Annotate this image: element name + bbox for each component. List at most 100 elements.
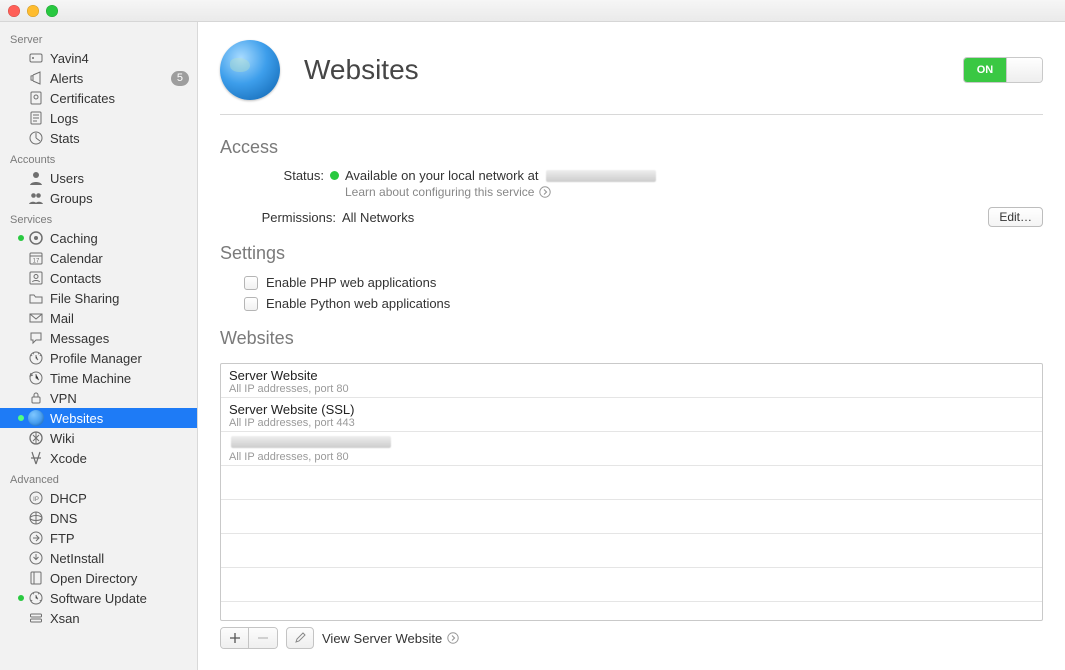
website-sub: All IP addresses, port 80 — [229, 383, 1034, 395]
remove-website-button[interactable] — [249, 628, 277, 648]
sidebar-item-label: DHCP — [50, 491, 189, 506]
arrow-right-circle-icon — [538, 186, 551, 199]
close-window-button[interactable] — [8, 5, 20, 17]
setting-option[interactable]: Enable Python web applications — [220, 293, 1043, 314]
sidebar: Server Yavin4 Alerts5 Certificates LogsStats… — [0, 22, 198, 670]
checkbox-icon — [244, 276, 258, 290]
learn-link-text: Learn about configuring this service — [345, 185, 534, 199]
sidebar-item-profile-manager[interactable]: Profile Manager — [0, 348, 197, 368]
sidebar-item-time-machine[interactable]: Time Machine — [0, 368, 197, 388]
sidebar-section-heading: Services — [0, 208, 197, 228]
sidebar-item-messages[interactable]: Messages — [0, 328, 197, 348]
sidebar-section-heading: Accounts — [0, 148, 197, 168]
website-row-empty — [221, 466, 1042, 500]
sidebar-item-vpn[interactable]: VPN — [0, 388, 197, 408]
sidebar-item-mail[interactable]: Mail — [0, 308, 197, 328]
window-titlebar — [0, 0, 1065, 22]
website-sub: All IP addresses, port 80 — [229, 451, 1034, 463]
netinstall-icon — [28, 550, 44, 566]
running-indicator-icon — [18, 595, 24, 601]
sidebar-item-label: Xcode — [50, 451, 189, 466]
sidebar-item-xsan[interactable]: Xsan — [0, 608, 197, 628]
stats-icon — [28, 130, 44, 146]
view-server-website-link[interactable]: View Server Website — [322, 631, 459, 646]
sidebar-item-caching[interactable]: Caching — [0, 228, 197, 248]
sidebar-item-websites[interactable]: Websites — [0, 408, 197, 428]
folder-icon — [28, 290, 44, 306]
sidebar-item-label: Yavin4 — [50, 51, 189, 66]
sidebar-item-dhcp[interactable]: IP DHCP — [0, 488, 197, 508]
caching-icon — [28, 230, 44, 246]
logs-icon — [28, 110, 44, 126]
sidebar-item-contacts[interactable]: Contacts — [0, 268, 197, 288]
sidebar-item-wiki[interactable]: Wiki — [0, 428, 197, 448]
sidebar-item-label: Alerts — [50, 71, 165, 86]
timemachine-icon — [28, 370, 44, 386]
sidebar-item-alerts[interactable]: Alerts5 — [0, 68, 197, 88]
messages-icon — [28, 330, 44, 346]
settings-heading: Settings — [220, 243, 1043, 264]
calendar-icon: 17 — [28, 250, 44, 266]
sidebar-item-label: Calendar — [50, 251, 189, 266]
content-pane: Websites ON Access Status: Available on … — [198, 22, 1065, 670]
toggle-knob — [1006, 58, 1042, 82]
service-toggle[interactable]: ON — [963, 57, 1043, 83]
sidebar-item-label: Messages — [50, 331, 189, 346]
sidebar-item-dns[interactable]: DNS — [0, 508, 197, 528]
sidebar-item-groups[interactable]: Groups — [0, 188, 197, 208]
sidebar-item-users[interactable]: Users — [0, 168, 197, 188]
sidebar-item-certificates[interactable]: Certificates — [0, 88, 197, 108]
website-row-empty — [221, 500, 1042, 534]
sidebar-item-label: Wiki — [50, 431, 189, 446]
website-row[interactable]: Server WebsiteAll IP addresses, port 80 — [221, 364, 1042, 398]
mail-icon — [28, 310, 44, 326]
sidebar-item-ftp[interactable]: FTP — [0, 528, 197, 548]
svg-text:IP: IP — [33, 497, 39, 503]
sidebar-item-label: Certificates — [50, 91, 189, 106]
toggle-on-label: ON — [964, 58, 1006, 82]
website-row[interactable]: All IP addresses, port 80 — [221, 432, 1042, 466]
header-divider — [220, 114, 1043, 115]
megaphone-icon — [28, 70, 44, 86]
zoom-window-button[interactable] — [46, 5, 58, 17]
access-heading: Access — [220, 137, 1043, 158]
learn-link[interactable]: Learn about configuring this service — [345, 185, 656, 199]
website-name — [229, 436, 1034, 451]
setting-option[interactable]: Enable PHP web applications — [220, 272, 1043, 293]
permissions-value: All Networks — [342, 210, 414, 225]
status-hostname-redacted — [546, 170, 656, 182]
xcode-icon — [28, 450, 44, 466]
swupdate-icon — [28, 590, 44, 606]
sidebar-item-stats[interactable]: Stats — [0, 128, 197, 148]
svg-text:17: 17 — [33, 259, 40, 265]
edit-permissions-button[interactable]: Edit… — [988, 207, 1043, 227]
running-indicator-icon — [18, 415, 24, 421]
arrow-right-circle-icon — [446, 632, 459, 645]
checkbox-icon — [244, 297, 258, 311]
dhcp-icon: IP — [28, 490, 44, 506]
sidebar-item-calendar[interactable]: 17 Calendar — [0, 248, 197, 268]
add-website-button[interactable] — [221, 628, 249, 648]
sidebar-item-label: NetInstall — [50, 551, 189, 566]
sidebar-item-logs[interactable]: Logs — [0, 108, 197, 128]
sidebar-item-software-update[interactable]: Software Update — [0, 588, 197, 608]
website-row[interactable]: Server Website (SSL)All IP addresses, po… — [221, 398, 1042, 432]
sidebar-item-netinstall[interactable]: NetInstall — [0, 548, 197, 568]
opendir-icon — [28, 570, 44, 586]
globe-icon — [220, 40, 280, 100]
sidebar-section-heading: Server — [0, 28, 197, 48]
sidebar-item-label: Profile Manager — [50, 351, 189, 366]
sidebar-item-label: Mail — [50, 311, 189, 326]
status-label: Status: — [242, 168, 330, 183]
wiki-icon — [28, 430, 44, 446]
permissions-label: Permissions: — [242, 210, 342, 225]
sidebar-item-xcode[interactable]: Xcode — [0, 448, 197, 468]
websites-list[interactable]: Server WebsiteAll IP addresses, port 80S… — [220, 363, 1043, 621]
sidebar-item-label: Groups — [50, 191, 189, 206]
minimize-window-button[interactable] — [27, 5, 39, 17]
sidebar-item-open-directory[interactable]: Open Directory — [0, 568, 197, 588]
edit-website-button[interactable] — [286, 627, 314, 649]
sidebar-item-label: File Sharing — [50, 291, 189, 306]
sidebar-item-yavin4[interactable]: Yavin4 — [0, 48, 197, 68]
sidebar-item-file-sharing[interactable]: File Sharing — [0, 288, 197, 308]
